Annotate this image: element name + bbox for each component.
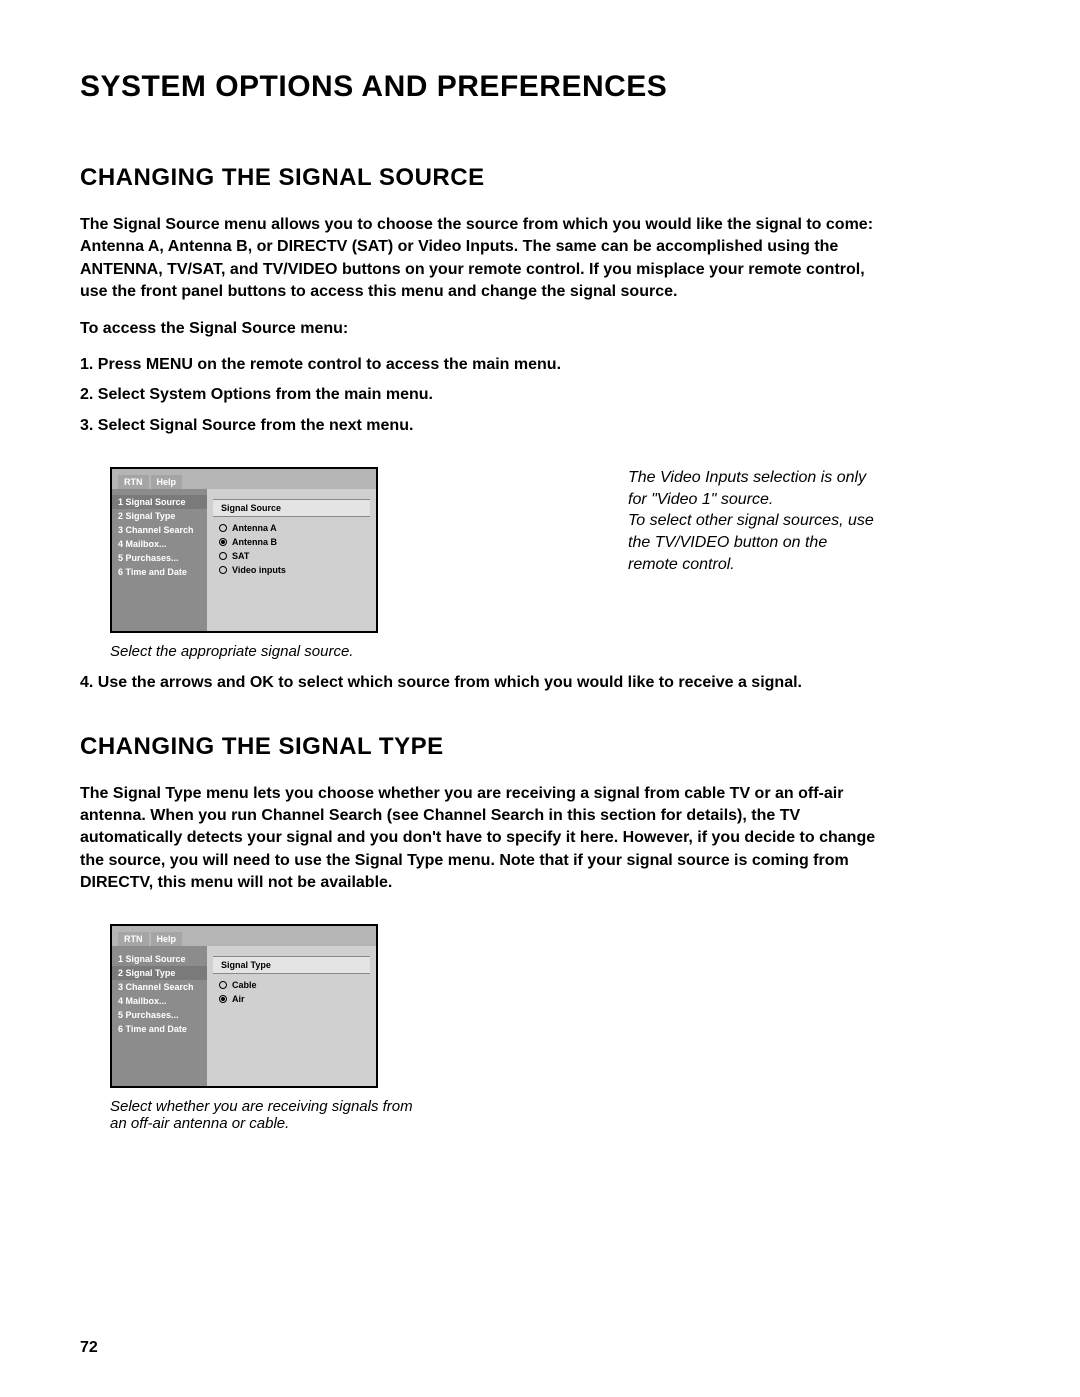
sidebar-item-time-date: 6 Time and Date <box>112 1022 207 1036</box>
opt-label: Air <box>232 994 245 1004</box>
section-heading-signal-type: CHANGING THE SIGNAL TYPE <box>80 733 1000 761</box>
steps-list-1b: 4. Use the arrows and OK to select which… <box>80 672 1000 694</box>
sidebar-item-mailbox: 4 Mailbox... <box>112 537 207 551</box>
radio-icon <box>219 552 227 560</box>
tab-rtn: RTN <box>118 932 149 946</box>
menu-main-panel: Signal Type Cable Air <box>207 946 376 1086</box>
radio-icon <box>219 566 227 574</box>
tab-help: Help <box>151 475 183 489</box>
opt-label: Antenna A <box>232 523 277 533</box>
sidebar-item-signal-type: 2 Signal Type <box>112 509 207 523</box>
figure-row-2: RTN Help 1 Signal Source 2 Signal Type 3… <box>110 924 1000 1088</box>
menu-body: 1 Signal Source 2 Signal Type 3 Channel … <box>112 489 376 631</box>
sidebar-item-time-date: 6 Time and Date <box>112 565 207 579</box>
page-number: 72 <box>80 1339 98 1357</box>
panel-title: Signal Type <box>213 956 370 974</box>
opt-air: Air <box>207 992 376 1006</box>
opt-cable: Cable <box>207 978 376 992</box>
tab-rtn: RTN <box>118 475 149 489</box>
menu-screenshot-signal-type: RTN Help 1 Signal Source 2 Signal Type 3… <box>110 924 378 1088</box>
figure-row-1: RTN Help 1 Signal Source 2 Signal Type 3… <box>110 467 1000 633</box>
section-heading-signal-source: CHANGING THE SIGNAL SOURCE <box>80 164 1000 192</box>
radio-icon <box>219 524 227 532</box>
menu-tabs: RTN Help <box>112 469 376 489</box>
radio-icon <box>219 981 227 989</box>
step-3: 3. Select Signal Source from the next me… <box>80 415 1000 437</box>
menu-sidebar: 1 Signal Source 2 Signal Type 3 Channel … <box>112 946 207 1086</box>
sidebar-item-mailbox: 4 Mailbox... <box>112 994 207 1008</box>
menu-body: 1 Signal Source 2 Signal Type 3 Channel … <box>112 946 376 1086</box>
opt-antenna-b: Antenna B <box>207 535 376 549</box>
page-title: SYSTEM OPTIONS AND PREFERENCES <box>80 70 1000 104</box>
sidebar-item-channel-search: 3 Channel Search <box>112 980 207 994</box>
side-note: The Video Inputs selection is only for "… <box>628 467 878 575</box>
menu-tabs: RTN Help <box>112 926 376 946</box>
sidebar-item-signal-source: 1 Signal Source <box>112 952 207 966</box>
sidebar-item-signal-source: 1 Signal Source <box>112 495 207 509</box>
menu-main-panel: Signal Source Antenna A Antenna B SAT Vi… <box>207 489 376 631</box>
step-1: 1. Press MENU on the remote control to a… <box>80 354 1000 376</box>
step-2: 2. Select System Options from the main m… <box>80 384 1000 406</box>
opt-label: Antenna B <box>232 537 277 547</box>
menu-sidebar: 1 Signal Source 2 Signal Type 3 Channel … <box>112 489 207 631</box>
tab-help: Help <box>151 932 183 946</box>
caption-2: Select whether you are receiving signals… <box>110 1098 430 1132</box>
caption-1: Select the appropriate signal source. <box>110 643 1000 660</box>
step-4: 4. Use the arrows and OK to select which… <box>80 672 1000 694</box>
sidebar-item-purchases: 5 Purchases... <box>112 1008 207 1022</box>
opt-sat: SAT <box>207 549 376 563</box>
opt-label: SAT <box>232 551 249 561</box>
side-note-1: The Video Inputs selection is only for "… <box>628 467 878 510</box>
intro-signal-source: The Signal Source menu allows you to cho… <box>80 214 880 304</box>
opt-antenna-a: Antenna A <box>207 521 376 535</box>
sidebar-item-channel-search: 3 Channel Search <box>112 523 207 537</box>
menu-screenshot-signal-source: RTN Help 1 Signal Source 2 Signal Type 3… <box>110 467 378 633</box>
access-lead: To access the Signal Source menu: <box>80 318 880 340</box>
side-note-2: To select other signal sources, use the … <box>628 510 878 575</box>
radio-icon <box>219 995 227 1003</box>
intro-signal-type: The Signal Type menu lets you choose whe… <box>80 783 880 895</box>
opt-label: Video inputs <box>232 565 286 575</box>
steps-list-1: 1. Press MENU on the remote control to a… <box>80 354 1000 437</box>
opt-label: Cable <box>232 980 257 990</box>
panel-title: Signal Source <box>213 499 370 517</box>
opt-video-inputs: Video inputs <box>207 563 376 577</box>
sidebar-item-purchases: 5 Purchases... <box>112 551 207 565</box>
radio-icon <box>219 538 227 546</box>
sidebar-item-signal-type: 2 Signal Type <box>112 966 207 980</box>
